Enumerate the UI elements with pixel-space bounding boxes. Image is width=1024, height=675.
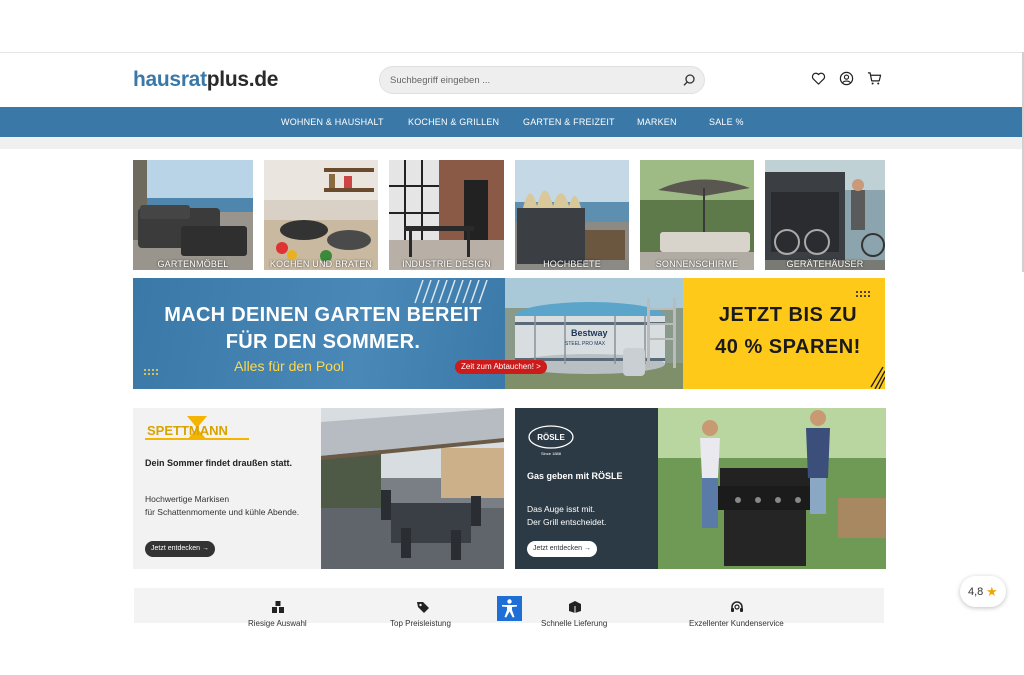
roesle-headline: Gas geben mit RÖSLE (527, 471, 623, 481)
search-icon[interactable] (682, 73, 696, 87)
nav-subbar (0, 137, 1024, 149)
category-tile-industrie-design[interactable]: INDUSTRIE DESIGN (389, 160, 504, 270)
promo-card-spettmann[interactable]: SPETTMANN Dein Sommer findet draußen sta… (133, 408, 504, 569)
roesle-desc-line1: Das Auge isst mit. (527, 504, 596, 514)
rating-value: 4,8 (968, 586, 984, 598)
category-tile-geraetehaeuser[interactable]: GERÄTEHÄUSER (765, 160, 885, 270)
spettmann-awning-image (321, 408, 504, 569)
heart-icon[interactable] (811, 71, 826, 86)
category-label: KOCHEN UND BRATEN (269, 259, 373, 269)
logo-part-2: plus.de (206, 68, 279, 91)
main-navigation: WOHNEN & HAUSHALT KOCHEN & GRILLEN GARTE… (0, 107, 1024, 137)
promo-card-roesle[interactable]: RÖSLE Since 1888 Gas geben mit RÖSLE Das… (515, 408, 886, 569)
accessibility-icon (502, 599, 517, 618)
banner-subline: Alles für den Pool (234, 358, 344, 374)
banner-stripes-decoration-right (870, 366, 885, 389)
spettmann-brand-text: SPETTMANN (147, 423, 228, 438)
boxes-icon (272, 601, 284, 613)
site-logo[interactable]: hausratplus.de (133, 68, 278, 92)
delivery-box-icon (569, 601, 581, 613)
category-tile-hochbeete[interactable]: HOCHBEETE (515, 160, 629, 270)
usp-label: Schnelle Lieferung (541, 619, 608, 628)
roesle-grill-image (658, 408, 886, 569)
hochbeete-image (515, 160, 629, 270)
spettmann-desc-line1: Hochwertige Markisen (145, 494, 230, 504)
button-label: Jetzt entdecken (151, 545, 201, 552)
banner-dots-decoration-right (856, 291, 870, 297)
usp-label: Top Preisleistung (390, 619, 451, 628)
roesle-brand-text: RÖSLE (537, 433, 565, 442)
arrow-right-icon: → (201, 545, 209, 552)
banner-discount-line1: JETZT BIS ZU (718, 304, 858, 326)
headset-icon (731, 601, 743, 612)
spettmann-headline: Dein Sommer findet draußen statt. (145, 458, 293, 468)
search-input[interactable] (390, 71, 670, 89)
nav-item-marken[interactable]: MARKEN (637, 117, 677, 127)
usp-label: Riesige Auswahl (248, 619, 307, 628)
category-label: INDUSTRIE DESIGN (402, 259, 491, 269)
gartenmoebel-image (133, 160, 253, 270)
spettmann-desc-line2: für Schattenmomente und kühle Abende. (145, 507, 300, 517)
logo-part-1: hausrat (133, 68, 207, 91)
button-label: Jetzt entdecken (533, 545, 583, 552)
roesle-desc-line2: Der Grill entscheidet. (527, 517, 607, 527)
category-tile-gartenmoebel[interactable]: GARTENMÖBEL (133, 160, 253, 270)
nav-item-wohnen-haushalt[interactable]: WOHNEN & HAUSHALT (281, 117, 384, 127)
category-label: HOCHBEETE (543, 259, 601, 269)
cart-icon[interactable] (867, 71, 882, 86)
arrow-right-icon: → (583, 545, 591, 552)
category-tile-sonnenschirme[interactable]: SONNENSCHIRME (640, 160, 754, 270)
star-icon: ★ (986, 584, 998, 599)
spettmann-discover-button[interactable]: Jetzt entdecken → (145, 541, 215, 557)
accessibility-button[interactable] (497, 596, 522, 621)
roesle-since-text: Since 1888 (541, 451, 562, 456)
banner-headline-line2: FÜR DEN SOMMER. (225, 331, 421, 353)
pool-promo-banner[interactable]: MACH DEINEN GARTEN BEREIT FÜR DEN SOMMER… (133, 278, 885, 389)
banner-cta-button[interactable]: Zeit zum Abtauchen! > (455, 360, 547, 374)
industrie-design-image (389, 160, 504, 270)
site-header: hausratplus.de (0, 52, 1024, 107)
roesle-discover-button[interactable]: Jetzt entdecken → (527, 541, 597, 557)
header-icons (811, 71, 882, 86)
price-tag-icon (417, 602, 429, 613)
pool-model-text: STEEL PRO MAX (565, 341, 606, 347)
kochen-braten-image (264, 160, 378, 270)
category-label: GERÄTEHÄUSER (786, 259, 864, 269)
roesle-logo: RÖSLE Since 1888 (528, 425, 574, 456)
sonnenschirme-image (640, 160, 754, 270)
nav-item-garten-freizeit[interactable]: GARTEN & FREIZEIT (523, 117, 615, 127)
banner-discount-line2: 40 % SPAREN! (715, 336, 861, 358)
category-label: GARTENMÖBEL (157, 259, 229, 269)
rating-badge[interactable]: 4,8 ★ (960, 576, 1006, 607)
page: hausratplus.de Suchbegriff eingeben ... … (0, 0, 1024, 675)
banner-headline-line1: MACH DEINEN GARTEN BEREIT (164, 304, 482, 326)
pool-brand-text: Bestway (571, 328, 608, 338)
geraetehaeuser-image (765, 160, 885, 270)
nav-item-kochen-grillen[interactable]: KOCHEN & GRILLEN (408, 117, 499, 127)
category-tile-kochen-braten[interactable]: KOCHEN UND BRATEN (264, 160, 378, 270)
category-label: SONNENSCHIRME (655, 259, 739, 269)
search-bar (379, 66, 705, 94)
usp-label: Exzellenter Kundenservice (689, 619, 784, 628)
spettmann-logo: SPETTMANN (145, 416, 249, 440)
nav-item-sale[interactable]: SALE % (709, 117, 744, 127)
account-icon[interactable] (839, 71, 854, 86)
